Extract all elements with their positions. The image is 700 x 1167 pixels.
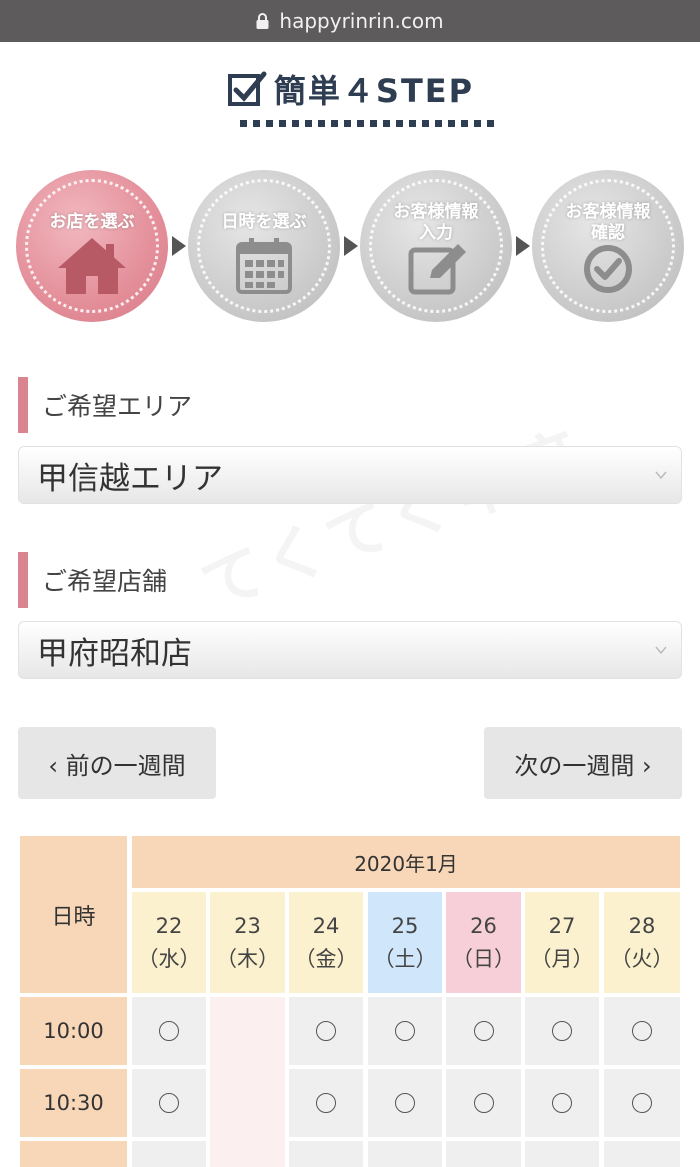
day-header[interactable]: 23 （木） [210, 892, 285, 993]
chevron-down-icon [655, 471, 667, 480]
prev-week-button[interactable]: ‹ 前の一週間 [18, 727, 216, 799]
store-label: ご希望店舗 [18, 552, 167, 608]
step-select-store[interactable]: お店を選ぶ [16, 170, 168, 322]
available-slot[interactable] [132, 997, 206, 1065]
available-slot[interactable] [368, 1069, 442, 1137]
browser-url-bar[interactable]: happyrinrin.com [0, 0, 700, 42]
step-customer-input[interactable]: お客様情報 入力 [360, 170, 512, 322]
step-customer-confirm[interactable]: お客様情報 確認 [532, 170, 684, 322]
step-arrow-icon [344, 236, 358, 256]
available-circle-icon [316, 1021, 336, 1041]
day-header[interactable]: 22 （水） [132, 892, 206, 993]
available-circle-icon [473, 1093, 494, 1113]
step-label: お店を選ぶ [49, 212, 135, 232]
available-slot[interactable] [604, 1141, 680, 1167]
available-slot[interactable] [446, 1069, 521, 1137]
time-column-header: 日時 [20, 836, 127, 993]
available-circle-icon [395, 1093, 415, 1113]
available-circle-icon [552, 1093, 572, 1113]
title-underline [240, 120, 502, 128]
available-circle-icon [395, 1021, 415, 1041]
available-slot[interactable] [525, 1069, 599, 1137]
url-text: happyrinrin.com [279, 9, 444, 33]
day-header-saturday[interactable]: 25 （土） [368, 892, 442, 993]
available-slot[interactable] [289, 1069, 363, 1137]
time-slot-label [20, 1141, 127, 1167]
day-header[interactable]: 28 （火） [604, 892, 680, 993]
available-slot[interactable] [289, 1141, 363, 1167]
chevron-down-icon [655, 646, 667, 655]
step-label-line1: お客様情報 [565, 202, 651, 222]
available-circle-icon [473, 1021, 494, 1041]
day-header[interactable]: 24 （金） [289, 892, 363, 993]
available-slot[interactable] [289, 997, 363, 1065]
available-circle-icon [632, 1093, 652, 1113]
house-icon [58, 238, 126, 294]
available-slot[interactable] [446, 1141, 521, 1167]
month-header: 2020年1月 [132, 836, 680, 888]
step-label-line2: 入力 [419, 223, 453, 243]
closed-day-column [210, 997, 285, 1167]
checkbox-icon [227, 71, 267, 106]
available-slot[interactable] [604, 1069, 680, 1137]
day-header[interactable]: 27 （月） [525, 892, 599, 993]
available-slot[interactable] [525, 997, 599, 1065]
available-slot[interactable] [525, 1141, 599, 1167]
calendar-icon [236, 238, 292, 294]
next-week-button[interactable]: 次の一週間 › [484, 727, 682, 799]
available-slot[interactable] [604, 997, 680, 1065]
steps-title: 簡単４STEP [273, 72, 475, 110]
step-label-line2: 確認 [591, 223, 625, 243]
area-select-value: 甲信越エリア [37, 460, 223, 497]
step-select-datetime[interactable]: 日時を選ぶ [188, 170, 340, 322]
store-select[interactable]: 甲府昭和店 [18, 621, 682, 679]
watermark-logo: てくてく甲府 [187, 404, 596, 626]
available-slot[interactable] [132, 1141, 206, 1167]
available-slot[interactable] [368, 997, 442, 1065]
available-slot[interactable] [446, 997, 521, 1065]
area-select[interactable]: 甲信越エリア [18, 446, 682, 504]
time-slot-label: 10:00 [20, 997, 127, 1065]
store-select-value: 甲府昭和店 [37, 635, 192, 672]
available-slot[interactable] [368, 1141, 442, 1167]
available-circle-icon [552, 1021, 572, 1041]
time-slot-label: 10:30 [20, 1069, 127, 1137]
edit-icon [408, 244, 466, 295]
available-slot[interactable] [132, 1069, 206, 1137]
step-arrow-icon [516, 236, 530, 256]
step-arrow-icon [172, 236, 186, 256]
lock-icon [256, 13, 269, 29]
steps-heading: 簡単４STEP [0, 66, 700, 112]
available-circle-icon [316, 1093, 336, 1113]
step-label: 日時を選ぶ [221, 212, 307, 232]
available-circle-icon [159, 1021, 179, 1041]
available-circle-icon [632, 1021, 652, 1041]
available-circle-icon [159, 1093, 179, 1113]
area-label: ご希望エリア [18, 377, 192, 433]
check-circle-icon [584, 245, 632, 293]
day-header-sunday[interactable]: 26 （日） [446, 892, 521, 993]
step-label-line1: お客様情報 [393, 202, 479, 222]
